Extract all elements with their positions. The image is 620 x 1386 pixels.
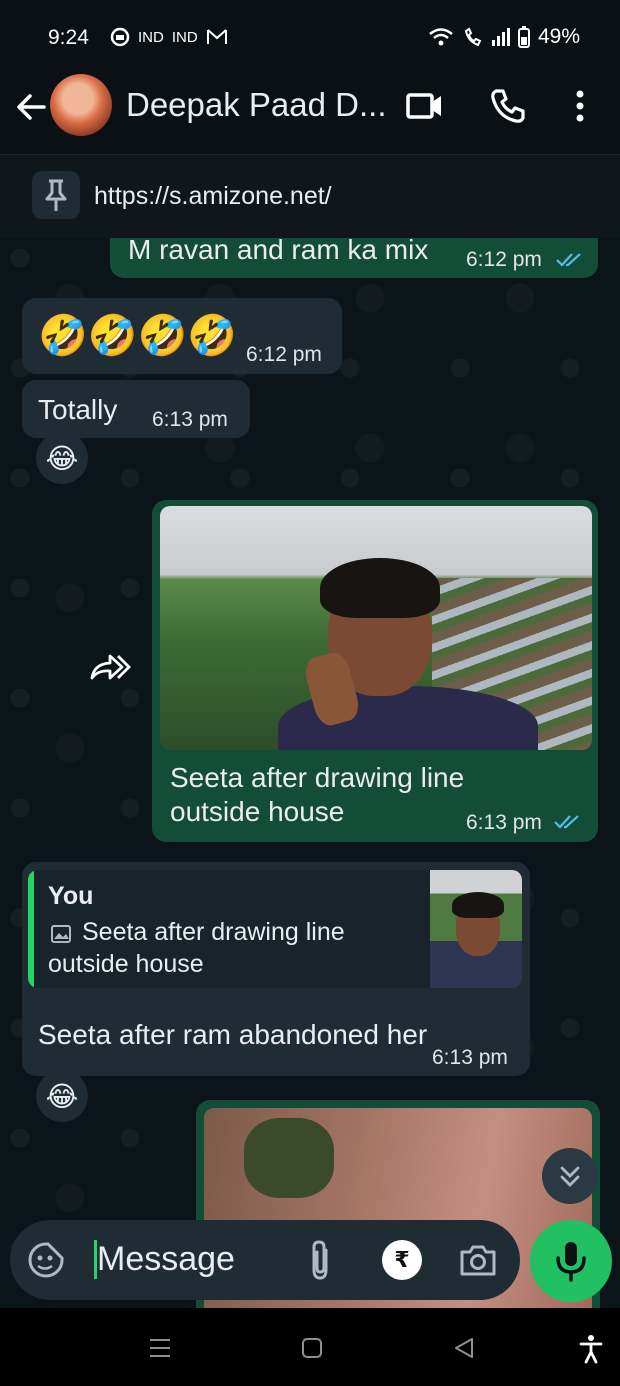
message-time: 6:13 pm [466,811,542,834]
message-photo[interactable] [160,506,592,750]
accessibility-icon[interactable] [578,1334,604,1364]
status-time: 9:24 [48,26,89,49]
message-time: 6:12 pm [246,343,322,366]
quote-author: You [48,882,94,910]
chat-header: Deepak Paad D... [0,74,620,154]
wifi-calling-icon [464,27,482,47]
system-nav-bar [0,1308,620,1386]
contact-avatar[interactable] [50,74,112,136]
quote-line-2: outside house [48,950,204,978]
message-bubble-in[interactable]: 🤣🤣🤣🤣 6:12 pm [22,298,342,374]
message-time: 6:12 pm [466,248,542,271]
video-call-icon[interactable] [404,86,444,126]
message-text: Totally [38,394,118,425]
signal-icon [491,28,510,46]
wifi-icon [429,28,453,46]
attach-icon[interactable] [304,1238,336,1282]
quoted-message[interactable]: You Seeta after drawing line outside hou… [28,870,522,988]
phone-icon[interactable] [488,86,528,126]
quote-line-1: Seeta after drawing line [82,918,345,946]
image-icon [51,925,71,943]
more-vert-icon[interactable] [562,86,598,126]
chevron-double-down-icon [560,1166,580,1187]
share-forward-icon[interactable] [88,650,132,684]
carrier-2-label: IND [171,28,198,46]
image-caption-line-1: Seeta after drawing line [170,762,465,793]
pinned-url[interactable]: https://s.amizone.net/ [94,182,332,211]
pin-icon [32,171,80,219]
notification-icon [110,27,130,47]
message-text: Seeta after ram abandoned her [38,1019,428,1050]
voice-record-button[interactable] [530,1220,612,1302]
contact-name[interactable]: Deepak Paad D... [126,86,387,124]
mic-icon [556,1242,586,1282]
message-time: 6:13 pm [152,408,228,431]
sticker-icon[interactable] [26,1240,66,1280]
read-ticks-icon [556,253,581,267]
message-time: 6:13 pm [432,1046,508,1069]
composer: Message ₹ [0,1212,620,1308]
message-emoji: 🤣🤣🤣🤣 [38,314,238,358]
home-icon[interactable] [300,1336,324,1360]
reaction-badge[interactable]: 😂 [36,1070,88,1122]
read-ticks-icon [554,815,579,829]
pinned-message-bar[interactable]: https://s.amizone.net/ [0,154,620,238]
battery-percent: 49% [537,25,580,48]
payment-rupee-icon[interactable]: ₹ [382,1240,422,1280]
gmail-icon [206,29,227,44]
message-input[interactable]: Message [94,1240,235,1279]
message-text: M ravan and ram ka mix [128,238,429,265]
back-nav-icon[interactable] [452,1336,476,1360]
status-right-icons: 49% [428,25,580,49]
chat-area[interactable]: M ravan and ram ka mix 6:12 pm 🤣🤣🤣🤣 6:12… [0,238,620,1308]
quote-thumbnail [430,870,522,988]
message-bubble-out[interactable]: M ravan and ram ka mix 6:12 pm [110,238,598,278]
recent-apps-icon[interactable] [148,1336,172,1360]
image-caption-line-2: outside house [170,796,345,827]
status-bar: 9:24 IND IND 49% [0,0,620,74]
message-bubble-in[interactable]: Totally 6:13 pm [22,380,250,438]
message-input-container[interactable]: Message ₹ [10,1220,520,1300]
battery-icon [517,26,530,48]
scroll-to-bottom-button[interactable] [542,1148,598,1204]
status-left-icons: IND IND [110,27,228,47]
reaction-badge[interactable]: 😂 [36,432,88,484]
carrier-1-label: IND [138,28,164,46]
back-arrow-icon[interactable] [14,90,48,124]
camera-icon[interactable] [458,1240,498,1280]
